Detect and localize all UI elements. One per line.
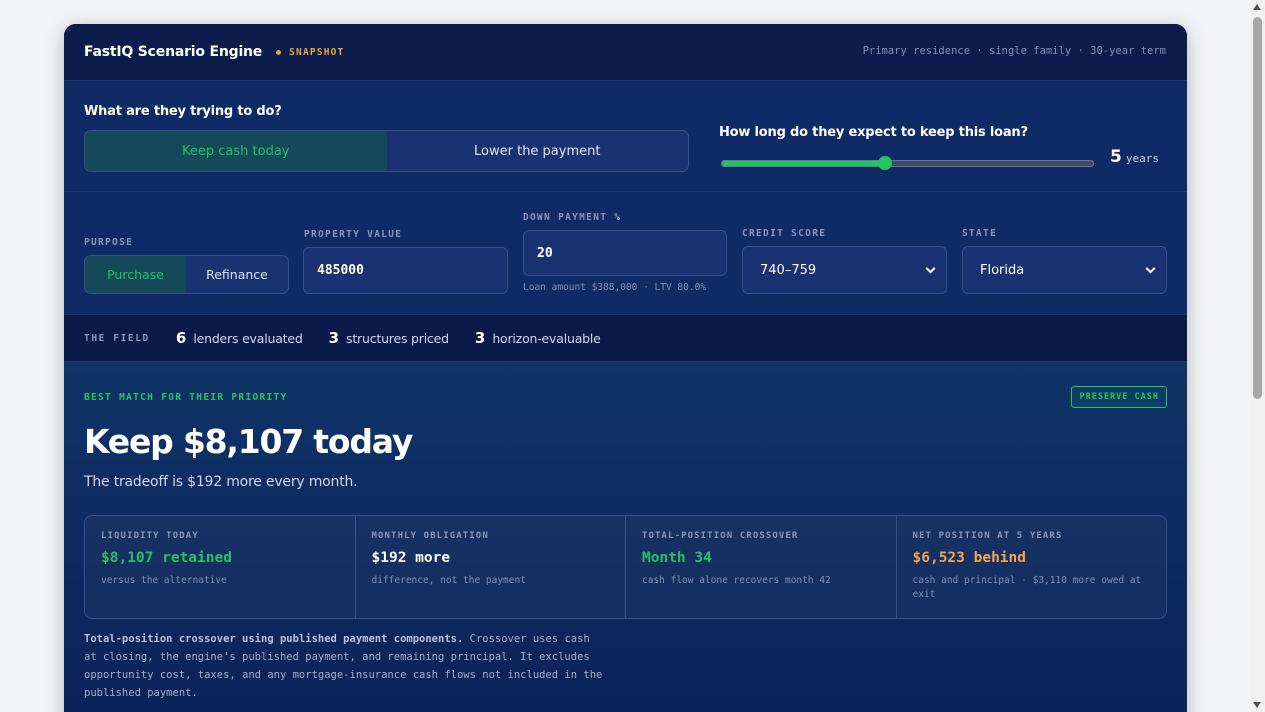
horizon-unit: years — [1125, 152, 1159, 165]
structures-label: structures priced — [346, 330, 449, 346]
metric-monthly: MONTHLY OBLIGATION $192 more difference,… — [356, 516, 626, 618]
metric-sub: difference, not the payment — [371, 575, 526, 586]
snapshot-label: SNAPSHOT — [289, 46, 345, 58]
scroll-up-icon[interactable] — [1253, 4, 1261, 10]
header-bar: FastIQ Scenario Engine SNAPSHOT Primary … — [64, 24, 1187, 81]
lower-payment-button[interactable]: Lower the payment — [387, 131, 689, 171]
horizon-value: 5 — [1110, 147, 1122, 167]
credit-score-label: CREDIT SCORE — [742, 228, 827, 239]
page-scrollbar[interactable] — [1250, 0, 1265, 712]
metric-label: LIQUIDITY TODAY — [101, 531, 199, 541]
best-match-tag: BEST MATCH FOR THEIR PRIORITY — [84, 392, 288, 403]
methodology-note: Total-position crossover using published… — [84, 630, 604, 702]
chevron-down-icon — [925, 263, 936, 274]
methodology-bold: Total-position crossover using published… — [84, 633, 464, 645]
metric-net-position: NET POSITION AT 5 YEARS $6,523 behind ca… — [897, 516, 1167, 618]
horizon-slider[interactable] — [721, 156, 1094, 170]
purpose-toggle: Purchase Refinance — [84, 255, 289, 294]
purpose-label: PURPOSE — [84, 237, 134, 248]
lenders-label: lenders evaluated — [193, 330, 303, 346]
metric-sub: cash and principal · $3,110 more owed at… — [912, 575, 1142, 600]
scenario-card: FastIQ Scenario Engine SNAPSHOT Primary … — [64, 24, 1187, 712]
preserve-cash-badge: PRESERVE CASH — [1071, 386, 1167, 408]
scroll-down-icon[interactable] — [1253, 702, 1261, 708]
intent-section: What are they trying to do? Keep cash to… — [64, 81, 1187, 192]
metrics-grid: LIQUIDITY TODAY $8,107 retained versus t… — [84, 515, 1167, 619]
metric-value: $8,107 retained — [101, 550, 232, 566]
horizon-count: 3 — [474, 329, 486, 347]
metric-crossover: TOTAL-POSITION CROSSOVER Month 34 cash f… — [626, 516, 897, 618]
intent-toggle: Keep cash today Lower the payment — [84, 130, 689, 172]
down-payment-label: DOWN PAYMENT % — [523, 212, 622, 223]
purchase-button[interactable]: Purchase — [85, 256, 186, 293]
structures-count: 3 — [328, 329, 340, 347]
metric-label: TOTAL-POSITION CROSSOVER — [642, 531, 799, 541]
state-value: Florida — [980, 262, 1025, 278]
horizon-question: How long do they expect to keep this loa… — [719, 125, 1028, 140]
field-tag: THE FIELD — [84, 332, 150, 344]
horizon-slider-handle[interactable] — [878, 156, 893, 170]
inputs-section: PURPOSE Purchase Refinance PROPERTY VALU… — [64, 192, 1187, 315]
brand-title: FastIQ Scenario Engine — [84, 44, 263, 60]
metric-label: MONTHLY OBLIGATION — [371, 531, 489, 541]
metric-value: $192 more — [371, 550, 451, 566]
loan-meta: Primary residence · single family · 30-y… — [862, 45, 1166, 57]
property-value-label: PROPERTY VALUE — [304, 229, 403, 240]
state-label: STATE — [962, 228, 998, 239]
scrollbar-thumb[interactable] — [1253, 17, 1262, 399]
keep-cash-button[interactable]: Keep cash today — [85, 131, 387, 171]
horizon-slider-fill — [722, 161, 886, 166]
lenders-count: 6 — [175, 329, 187, 347]
credit-score-select[interactable]: 740–759 — [742, 246, 947, 294]
field-summary: THE FIELD 6 lenders evaluated 3 structur… — [64, 315, 1187, 362]
metric-sub: cash flow alone recovers month 42 — [642, 575, 831, 586]
loan-amount-note: Loan amount $388,000 · LTV 80.0% — [523, 282, 707, 293]
metric-sub: versus the alternative — [101, 575, 227, 586]
down-payment-input[interactable]: 20 — [523, 230, 727, 276]
metric-label: NET POSITION AT 5 YEARS — [912, 531, 1063, 541]
metric-liquidity: LIQUIDITY TODAY $8,107 retained versus t… — [85, 516, 356, 618]
property-value-input[interactable]: 485000 — [303, 247, 508, 294]
result-headline: Keep $8,107 today — [84, 422, 413, 461]
state-select[interactable]: Florida — [962, 246, 1167, 294]
credit-score-value: 740–759 — [760, 262, 817, 278]
result-subline: The tradeoff is $192 more every month. — [84, 474, 358, 490]
horizon-evaluable-label: horizon-evaluable — [492, 330, 601, 346]
refinance-button[interactable]: Refinance — [186, 256, 288, 293]
chevron-down-icon — [1145, 263, 1156, 274]
snapshot-dot-icon — [276, 49, 282, 55]
horizon-readout: 5 years — [1110, 147, 1159, 167]
best-match-panel: BEST MATCH FOR THEIR PRIORITY PRESERVE C… — [64, 362, 1187, 712]
intent-question: What are they trying to do? — [84, 104, 282, 119]
metric-value: $6,523 behind — [912, 550, 1027, 566]
metric-value: Month 34 — [642, 550, 712, 566]
snapshot-indicator: SNAPSHOT — [276, 47, 344, 58]
